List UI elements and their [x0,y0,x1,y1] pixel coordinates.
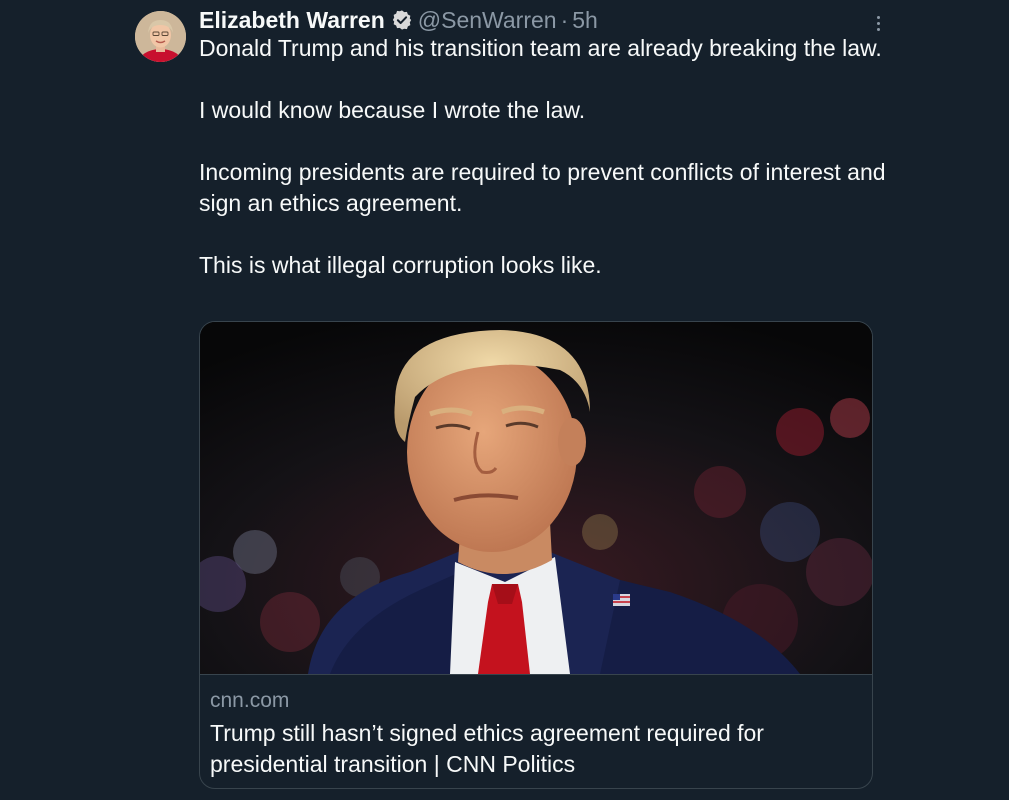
timestamp[interactable]: 5h [572,6,598,34]
tweet-paragraph: This is what illegal corruption looks li… [199,252,602,278]
avatar-image [135,11,186,62]
tweet-paragraph: I would know because I wrote the law. [199,97,586,123]
link-title: Trump still hasn’t signed ethics agreeme… [210,720,764,777]
link-domain: cnn.com [210,689,290,712]
more-options-icon[interactable] [870,12,886,34]
author-name[interactable]: Elizabeth Warren [199,6,385,34]
author-avatar[interactable] [135,11,186,62]
link-preview-card[interactable]: cnn.com Trump still hasn’t signed ethics… [199,321,873,789]
link-preview-meta[interactable]: cnn.com Trump still hasn’t signed ethics… [200,674,872,788]
tweet: Elizabeth Warren @SenWarren · 5h Donald … [0,0,1009,800]
link-preview-image[interactable] [200,322,872,674]
author-handle[interactable]: @SenWarren [418,6,557,34]
tweet-paragraph: Donald Trump and his transition team are… [199,35,882,61]
verified-badge-icon[interactable] [391,9,413,31]
tweet-header: Elizabeth Warren @SenWarren · 5h [199,6,598,34]
tweet-text: Donald Trump and his transition team are… [199,33,889,281]
article-photo [200,322,872,674]
separator-dot: · [560,7,569,33]
tweet-paragraph: Incoming presidents are required to prev… [199,159,886,216]
